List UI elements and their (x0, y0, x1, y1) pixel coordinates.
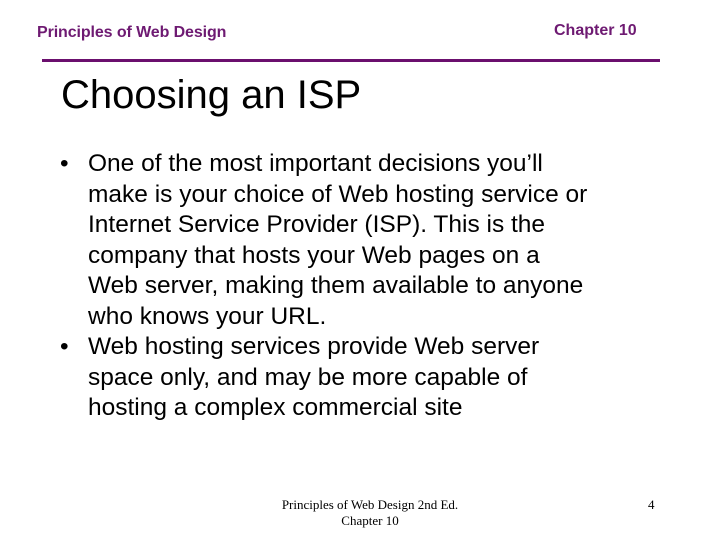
header-divider (42, 59, 660, 62)
header-chapter: Chapter 10 (554, 22, 637, 39)
bullet-text: Web hosting services provide Web server … (88, 332, 680, 424)
bullet-line: Internet Service Provider (ISP). This is… (88, 211, 546, 238)
footer-line-1: Principles of Web Design 2nd Ed. (281, 497, 459, 512)
slide-title: Choosing an ISP (61, 73, 362, 117)
bullet-line: hosting a complex commercial site (88, 394, 463, 421)
page-number: 4 (648, 497, 655, 512)
bullet-icon: • (60, 333, 69, 360)
bullet-text: One of the most important decisions you’… (88, 149, 680, 332)
bullet-item: • One of the most important decisions yo… (60, 149, 680, 332)
header-course-title: Principles of Web Design (37, 24, 227, 41)
bullet-line: company that hosts your Web pages on a (88, 241, 540, 269)
bullet-line: make is your choice of Web hosting servi… (88, 180, 588, 208)
bullet-line: Web hosting services provide Web server (88, 333, 540, 360)
bullet-line: who knows your URL. (88, 302, 327, 330)
slide: Principles of Web Design Chapter 10 Choo… (0, 0, 720, 540)
footer-line-2: Chapter 10 (341, 513, 399, 528)
bullet-line: space only, and may be more capable of (88, 363, 528, 391)
footer-text: Principles of Web Design 2nd Ed. Chapter… (240, 497, 500, 529)
bullet-icon: • (60, 150, 69, 177)
bullet-line: One of the most important decisions you’… (88, 150, 543, 177)
bullet-line: Web server, making them available to any… (88, 272, 584, 299)
bullet-item: • Web hosting services provide Web serve… (60, 332, 680, 424)
bullet-list: • One of the most important decisions yo… (60, 149, 680, 424)
